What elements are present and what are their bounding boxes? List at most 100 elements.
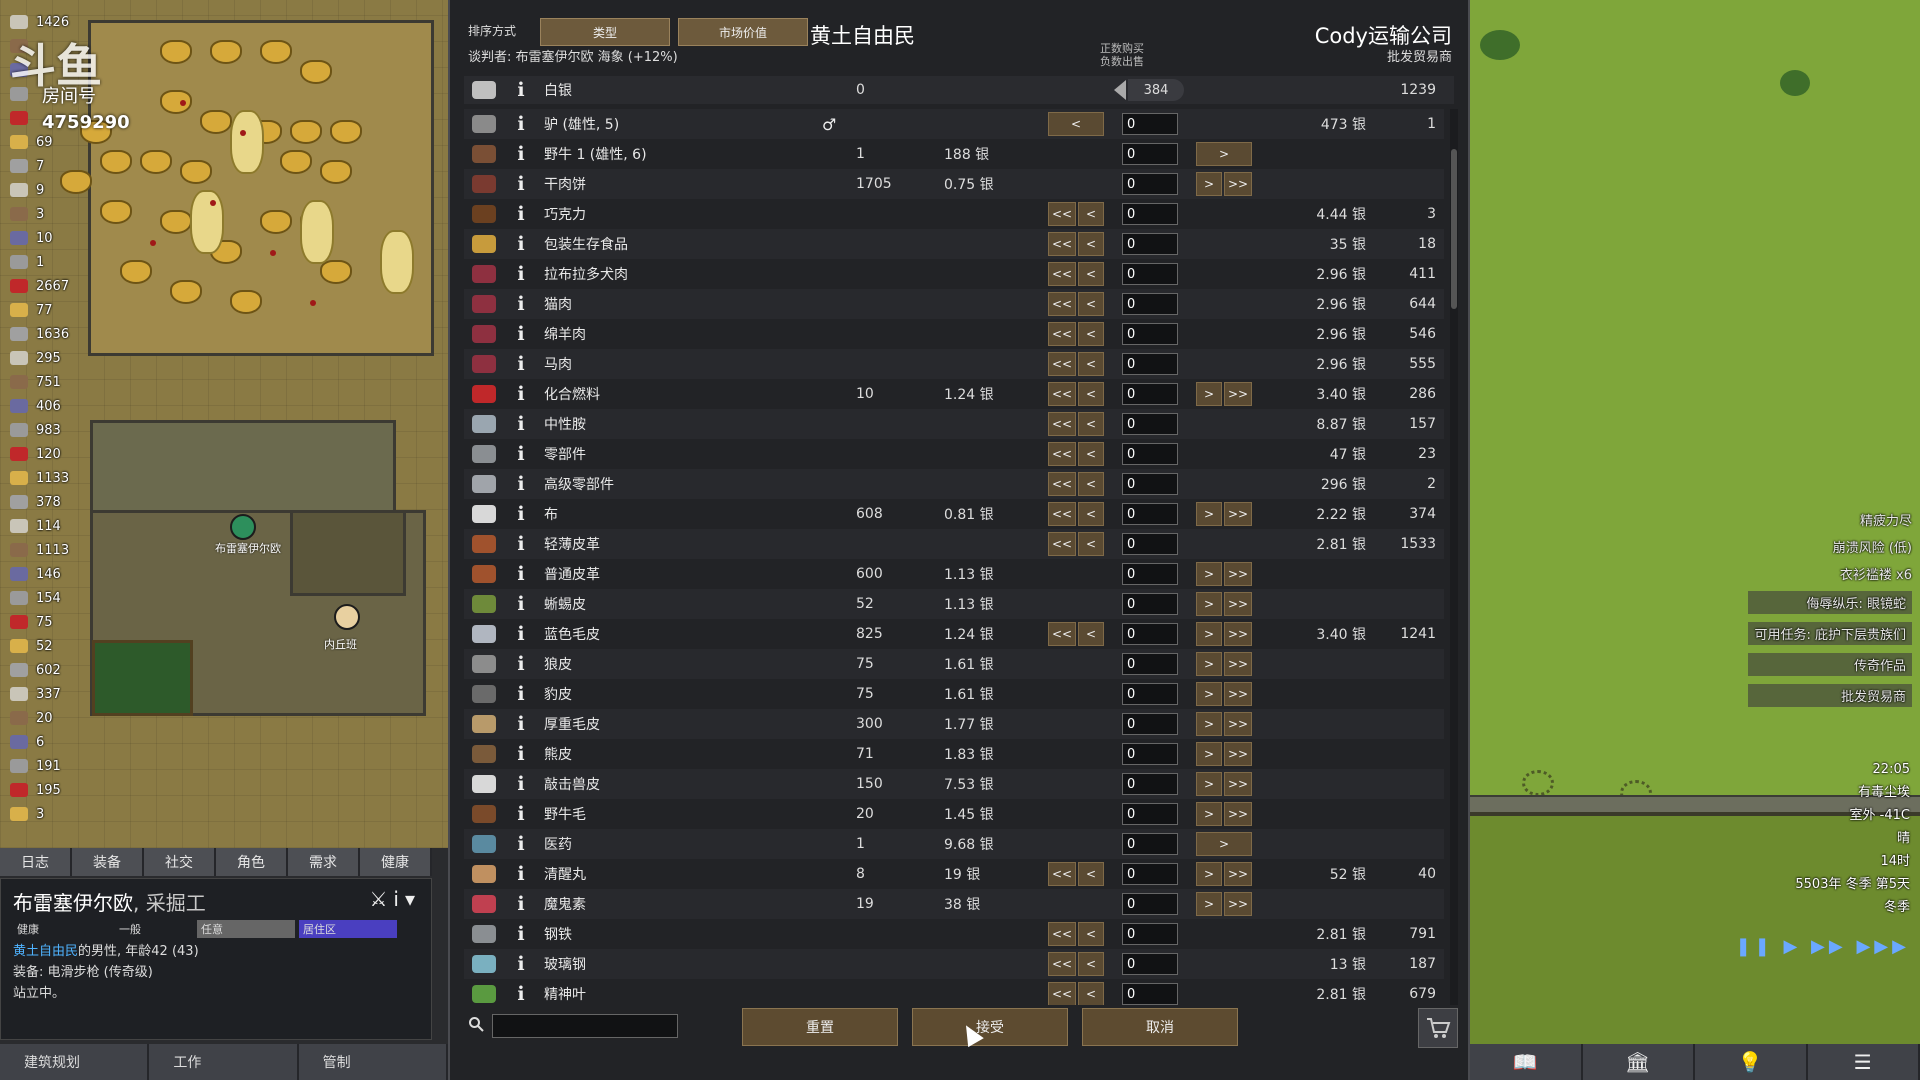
info-icon[interactable]: i (514, 413, 528, 435)
info-icon[interactable]: i (514, 773, 528, 795)
buy-one-button[interactable]: > (1196, 592, 1222, 616)
buy-one-button[interactable]: > (1196, 772, 1222, 796)
tab-character[interactable]: 角色 (216, 848, 288, 876)
info-icon[interactable]: i (514, 293, 528, 315)
sell-all-button[interactable]: << (1048, 472, 1076, 496)
alert-item[interactable]: 衣衫褴褛 x6 (1748, 564, 1912, 583)
sell-one-button[interactable]: < (1078, 232, 1104, 256)
buy-one-button[interactable]: > (1196, 382, 1222, 406)
sell-one-button[interactable]: < (1078, 442, 1104, 466)
buy-one-button[interactable]: > (1196, 682, 1222, 706)
superfast-icon[interactable]: ▶▶▶ (1856, 936, 1910, 957)
buy-all-button[interactable]: >> (1224, 592, 1252, 616)
sell-one-button[interactable]: < (1078, 922, 1104, 946)
sell-all-button[interactable]: << (1048, 322, 1076, 346)
trade-count-input[interactable]: 0 (1122, 323, 1178, 345)
info-icon[interactable]: i (514, 953, 528, 975)
trade-count-input[interactable]: 0 (1122, 533, 1178, 555)
info-icon[interactable]: i (514, 383, 528, 405)
buy-all-button[interactable]: >> (1224, 622, 1252, 646)
sell-one-button[interactable]: < (1078, 502, 1104, 526)
trade-count-input[interactable]: 0 (1122, 893, 1178, 915)
info-icon[interactable]: i (514, 233, 528, 255)
trade-items-list[interactable]: i 驴 (雄性, 5) <0 ♂ 473 银 1 i 野牛 1 (雄性, 6) 1 188 银 0 >… (464, 109, 1444, 1005)
sell-one-button[interactable]: < (1078, 352, 1104, 376)
menu-architect[interactable]: 建筑规划 (0, 1044, 150, 1080)
sell-all-button[interactable]: << (1048, 382, 1076, 406)
area-home[interactable]: 居住区 (299, 920, 397, 938)
reset-button[interactable]: 重置 (742, 1008, 898, 1046)
buy-all-button[interactable]: >> (1224, 652, 1252, 676)
info-icon[interactable]: i (514, 113, 528, 135)
info-icon[interactable]: i (514, 713, 528, 735)
buy-all-button[interactable]: >> (1224, 862, 1252, 886)
sell-one-button[interactable]: < (1078, 202, 1104, 226)
buy-all-button[interactable]: >> (1224, 682, 1252, 706)
trade-count-input[interactable]: 0 (1122, 383, 1178, 405)
info-icon[interactable]: i (514, 533, 528, 555)
tab-gear[interactable]: 装备 (72, 848, 144, 876)
sell-one-button[interactable]: < (1048, 112, 1104, 136)
trade-count-input[interactable]: 0 (1122, 353, 1178, 375)
trade-count-input[interactable]: 0 (1122, 263, 1178, 285)
sell-all-button[interactable]: << (1048, 622, 1076, 646)
trade-count-input[interactable]: 0 (1122, 203, 1178, 225)
info-icon[interactable]: i (514, 623, 528, 645)
sell-all-button[interactable]: << (1048, 292, 1076, 316)
buy-one-button[interactable]: > (1196, 502, 1222, 526)
info-icon[interactable]: i (514, 743, 528, 765)
area-any[interactable]: 任意 (197, 920, 295, 938)
info-icon[interactable]: i (393, 887, 405, 911)
info-icon[interactable]: i (514, 443, 528, 465)
menu-restrict[interactable]: 管制 (298, 1044, 448, 1080)
sell-one-button[interactable]: < (1078, 322, 1104, 346)
sell-all-button[interactable]: << (1048, 262, 1076, 286)
sell-one-button[interactable]: < (1078, 952, 1104, 976)
trade-count-input[interactable]: 0 (1122, 293, 1178, 315)
info-icon[interactable]: i (514, 833, 528, 855)
book-icon[interactable]: 📖 (1470, 1044, 1583, 1080)
factions-icon[interactable]: 🏛 (1582, 1044, 1695, 1080)
buy-all-button[interactable]: >> (1224, 172, 1252, 196)
sell-all-button[interactable]: << (1048, 502, 1076, 526)
buy-all-button[interactable]: >> (1224, 742, 1252, 766)
sell-one-button[interactable]: < (1078, 292, 1104, 316)
info-icon[interactable]: i (514, 683, 528, 705)
trade-count-input[interactable]: 0 (1122, 443, 1178, 465)
info-icon[interactable]: i (514, 923, 528, 945)
pause-icon[interactable]: ❚❚ (1736, 936, 1774, 957)
info-icon[interactable]: i (514, 563, 528, 585)
research-icon[interactable]: 💡 (1695, 1044, 1808, 1080)
buy-all-button[interactable]: >> (1224, 382, 1252, 406)
buy-one-button[interactable]: > (1196, 712, 1222, 736)
info-icon[interactable]: i (514, 503, 528, 525)
buy-all-button[interactable]: >> (1224, 772, 1252, 796)
scrollbar-thumb[interactable] (1451, 149, 1457, 309)
alert-item[interactable]: 批发贸易商 (1748, 684, 1912, 707)
info-icon[interactable]: i (514, 473, 528, 495)
sell-all-button[interactable]: << (1048, 232, 1076, 256)
trade-count-input[interactable]: 0 (1122, 473, 1178, 495)
info-icon[interactable]: i (514, 893, 528, 915)
buy-one-button[interactable]: > (1196, 862, 1222, 886)
buy-one-button[interactable]: > (1196, 892, 1222, 916)
trade-count-input[interactable]: 0 (1122, 593, 1178, 615)
trade-count-input[interactable]: 0 (1122, 233, 1178, 255)
trade-count-input[interactable]: 0 (1122, 983, 1178, 1005)
sort-by-category-button[interactable]: 类型 (540, 18, 670, 46)
chevron-down-icon[interactable]: ▾ (405, 887, 421, 911)
sell-one-button[interactable]: < (1078, 412, 1104, 436)
game-world-left[interactable]: 布雷塞伊尔欧 内丘班 1426 69 7 9 3 10 1 2667 77 1636 295 751 4… (0, 0, 448, 848)
info-icon[interactable]: i (514, 263, 528, 285)
sell-one-button[interactable]: < (1078, 982, 1104, 1005)
alert-item[interactable]: 崩溃风险 (低) (1748, 537, 1912, 556)
fast-icon[interactable]: ▶▶ (1811, 936, 1847, 957)
tab-needs[interactable]: 需求 (288, 848, 360, 876)
info-icon[interactable]: i (514, 983, 528, 1005)
trade-count-input[interactable]: 0 (1122, 773, 1178, 795)
buy-all-button[interactable]: >> (1224, 712, 1252, 736)
trade-count-input[interactable]: 0 (1122, 863, 1178, 885)
info-icon[interactable]: i (514, 79, 528, 101)
sell-one-button[interactable]: < (1078, 532, 1104, 556)
trade-count-input[interactable]: 0 (1122, 833, 1178, 855)
